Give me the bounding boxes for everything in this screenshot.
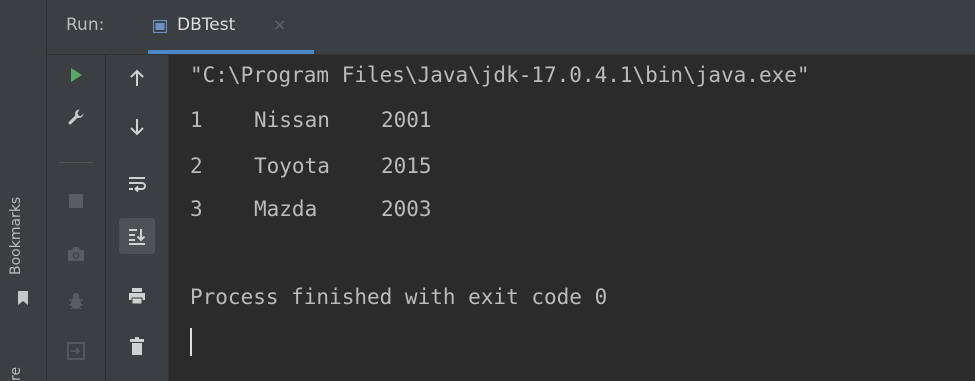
- row-make: Mazda: [254, 197, 318, 221]
- console-row: 1 Nissan 2001: [190, 108, 432, 132]
- next-occurrence-button[interactable]: [119, 109, 155, 145]
- rerun-button[interactable]: [58, 57, 94, 93]
- console-tab-icon: [153, 20, 167, 33]
- debug-icon: [69, 293, 83, 310]
- tab-title: DBTest: [177, 15, 236, 35]
- row-year: 2001: [381, 108, 432, 132]
- row-year: 2015: [381, 154, 432, 178]
- print-button[interactable]: [119, 278, 155, 314]
- tab-dbtest[interactable]: DBTest ×: [148, 0, 314, 54]
- run-icon: [71, 68, 82, 82]
- structure-tab-label[interactable]: re: [8, 367, 24, 381]
- console-exit-message: Process finished with exit code 0: [190, 285, 608, 309]
- run-tool-window: Bookmarks re Run: DBTest × "C:\Program F…: [0, 0, 975, 381]
- arrow-up-icon: [130, 69, 144, 86]
- stop-icon: [69, 194, 83, 208]
- console-row: 3 Mazda 2003: [190, 197, 432, 221]
- row-year: 2003: [381, 197, 432, 221]
- console-row: 2 Toyota 2015: [190, 154, 432, 178]
- clear-all-button[interactable]: [119, 328, 155, 364]
- trash-icon: [130, 337, 144, 355]
- bookmark-icon[interactable]: [17, 290, 29, 306]
- camera-icon: [68, 247, 84, 261]
- print-icon: [129, 288, 145, 305]
- edit-configuration-button[interactable]: [58, 99, 94, 135]
- row-id: 1: [190, 108, 203, 132]
- console-output[interactable]: "C:\Program Files\Java\jdk-17.0.4.1\bin\…: [169, 55, 975, 381]
- row-make: Nissan: [254, 108, 330, 132]
- previous-occurrence-button[interactable]: [119, 60, 155, 96]
- bookmarks-tab[interactable]: Bookmarks: [8, 0, 24, 275]
- run-toolbar-primary: [47, 55, 105, 381]
- row-id: 3: [190, 197, 203, 221]
- row-id: 2: [190, 154, 203, 178]
- run-toolbar-secondary: [106, 55, 169, 381]
- restore-layout-icon: [67, 342, 85, 360]
- scroll-to-end-button[interactable]: [119, 218, 155, 254]
- stop-button[interactable]: [58, 183, 94, 219]
- wrench-icon: [68, 109, 84, 125]
- soft-wrap-button[interactable]: [119, 166, 155, 202]
- tab-active-indicator: [148, 50, 314, 54]
- soft-wrap-icon: [129, 177, 146, 193]
- restore-layout-button[interactable]: [58, 333, 94, 369]
- close-icon[interactable]: ×: [273, 15, 286, 34]
- run-header: Run: DBTest ×: [47, 0, 975, 55]
- arrow-down-icon: [130, 119, 144, 136]
- run-label: Run:: [66, 15, 105, 35]
- console-command-line: "C:\Program Files\Java\jdk-17.0.4.1\bin\…: [190, 63, 810, 87]
- left-tool-strip: Bookmarks re: [0, 0, 47, 381]
- row-make: Toyota: [254, 154, 330, 178]
- toolbar-separator: [59, 162, 93, 163]
- dump-threads-button[interactable]: [58, 236, 94, 272]
- debug-button[interactable]: [58, 283, 94, 319]
- text-cursor: [190, 328, 192, 356]
- scroll-to-end-icon: [129, 229, 146, 245]
